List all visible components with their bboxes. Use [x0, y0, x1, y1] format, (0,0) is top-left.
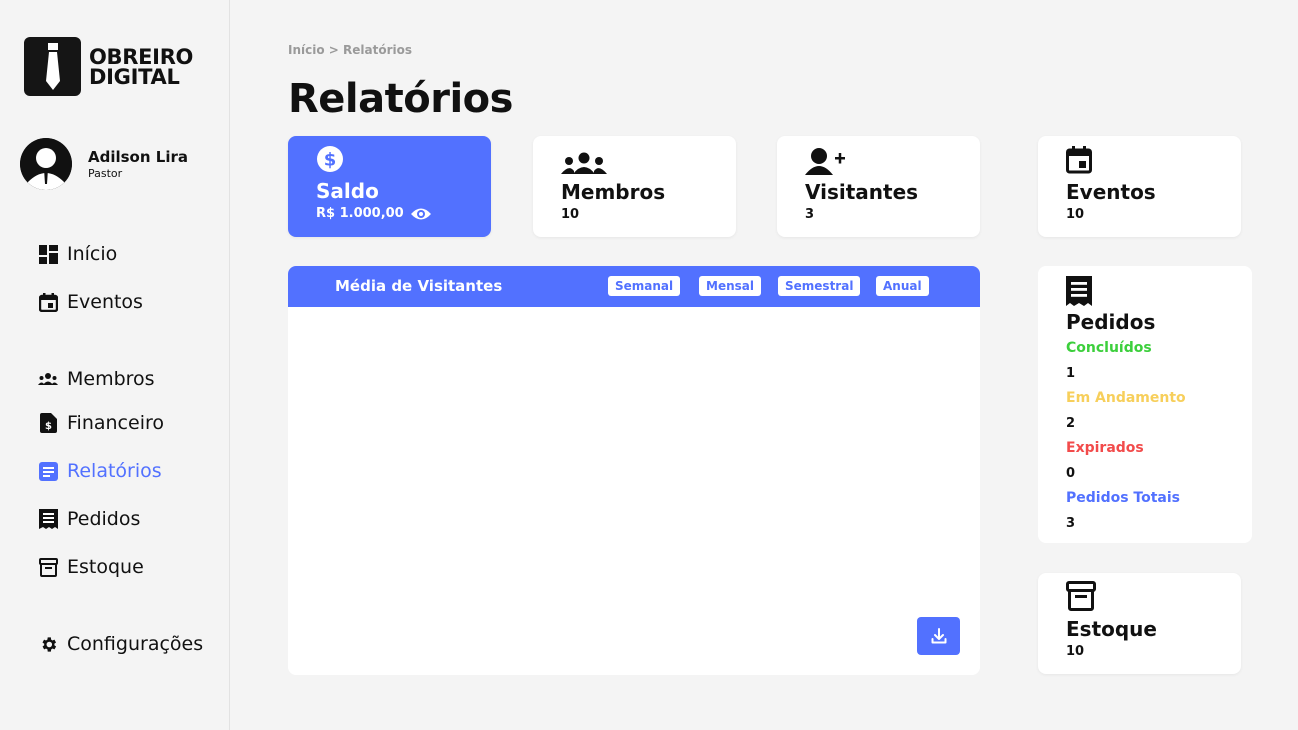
svg-text:$: $ [45, 421, 52, 432]
visitantes-card[interactable]: Visitantes 3 [777, 136, 980, 237]
membros-card[interactable]: Membros 10 [533, 136, 736, 237]
eventos-title: Eventos [1066, 180, 1156, 204]
download-button[interactable] [917, 617, 960, 655]
chart-title: Média de Visitantes [335, 277, 503, 295]
expirados-label: Expirados [1066, 440, 1144, 456]
report-icon [38, 461, 58, 481]
saldo-card[interactable]: $ Saldo R$ 1.000,00 [288, 136, 491, 237]
user-plus-icon [805, 147, 847, 179]
pedidos-card[interactable]: Pedidos Concluídos 1 Em Andamento 2 Expi… [1038, 266, 1252, 543]
eventos-value: 10 [1066, 207, 1085, 222]
estoque-title: Estoque [1066, 617, 1157, 641]
calendar-icon [1066, 146, 1092, 178]
invoice-icon: $ [38, 413, 58, 433]
saldo-value: R$ 1.000,00 [316, 206, 404, 221]
brand-logo[interactable]: OBREIRO DIGITAL [24, 37, 193, 96]
archive-box-icon [1066, 581, 1096, 615]
download-icon [931, 628, 947, 644]
pedidos-title: Pedidos [1066, 310, 1156, 334]
estoque-card[interactable]: Estoque 10 [1038, 573, 1241, 674]
dashboard-icon [38, 244, 58, 264]
receipt-icon [38, 509, 58, 529]
sidebar-item-label: Eventos [67, 291, 143, 313]
expirados-value: 0 [1066, 466, 1076, 481]
sidebar-item-label: Pedidos [67, 508, 141, 530]
eye-icon[interactable] [410, 207, 432, 221]
people-group-icon [561, 152, 607, 178]
chart-header: Média de Visitantes Semanal Mensal Semes… [288, 266, 980, 307]
chart-area [288, 307, 980, 675]
calendar-icon [38, 292, 58, 312]
dollar-circle-icon: $ [316, 145, 344, 177]
membros-value: 10 [561, 207, 580, 222]
sidebar-item-configuracoes[interactable]: Configurações [38, 633, 203, 655]
totais-label: Pedidos Totais [1066, 490, 1181, 506]
sidebar-item-label: Início [67, 243, 118, 265]
brand-line-1: OBREIRO [89, 44, 194, 69]
sidebar-item-relatorios[interactable]: Relatórios [38, 460, 162, 482]
user-avatar-icon [20, 138, 72, 190]
sidebar-item-label: Estoque [67, 556, 144, 578]
sidebar-item-financeiro[interactable]: $ Financeiro [38, 412, 164, 434]
sidebar-item-eventos[interactable]: Eventos [38, 291, 143, 313]
andamento-value: 2 [1066, 416, 1076, 431]
sidebar-item-pedidos[interactable]: Pedidos [38, 508, 140, 530]
period-button-semestral[interactable]: Semestral [778, 276, 861, 296]
sidebar-item-label: Membros [67, 368, 155, 390]
visitantes-title: Visitantes [805, 180, 919, 204]
tie-logo-icon [24, 37, 81, 96]
user-name: Adilson Lira [88, 148, 188, 166]
visitors-average-panel: Média de Visitantes Semanal Mensal Semes… [288, 266, 980, 675]
visitantes-value: 3 [805, 207, 815, 222]
archive-box-icon [38, 557, 58, 577]
gear-icon [38, 634, 58, 654]
period-button-mensal[interactable]: Mensal [699, 276, 761, 296]
concluidos-value: 1 [1066, 366, 1076, 381]
svg-text:$: $ [324, 150, 337, 171]
sidebar: OBREIRO DIGITAL Adilson Lira Pastor Iníc… [0, 0, 230, 730]
avatar [20, 138, 72, 190]
brand-line-2: DIGITAL [89, 64, 180, 89]
sidebar-item-label: Configurações [67, 633, 204, 655]
saldo-title: Saldo [316, 179, 379, 203]
sidebar-item-inicio[interactable]: Início [38, 243, 117, 265]
eventos-card[interactable]: Eventos 10 [1038, 136, 1241, 237]
sidebar-item-label: Financeiro [67, 412, 164, 434]
sidebar-item-label: Relatórios [67, 460, 162, 482]
saldo-value-row: R$ 1.000,00 [316, 206, 432, 221]
brand-name: OBREIRO DIGITAL [89, 44, 194, 89]
page-title: Relatórios [288, 76, 513, 122]
people-group-icon [38, 369, 58, 389]
period-button-semanal[interactable]: Semanal [608, 276, 681, 296]
receipt-icon [1066, 276, 1092, 310]
breadcrumb[interactable]: Início > Relatórios [288, 43, 412, 57]
user-role: Pastor [88, 167, 123, 180]
membros-title: Membros [561, 180, 666, 204]
sidebar-item-membros[interactable]: Membros [38, 368, 155, 390]
estoque-value: 10 [1066, 644, 1085, 659]
andamento-label: Em Andamento [1066, 390, 1186, 406]
user-profile[interactable]: Adilson Lira Pastor [20, 138, 188, 190]
period-button-anual[interactable]: Anual [876, 276, 929, 296]
totais-value: 3 [1066, 516, 1076, 531]
concluidos-label: Concluídos [1066, 340, 1152, 356]
sidebar-item-estoque[interactable]: Estoque [38, 556, 144, 578]
